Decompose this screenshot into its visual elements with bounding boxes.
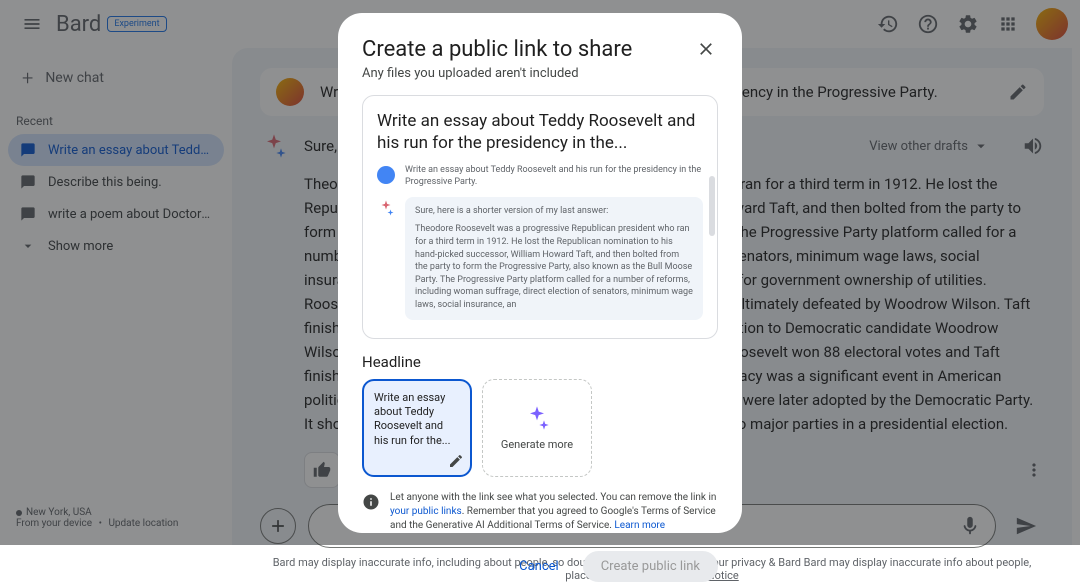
info-text: Let anyone with the link see what you se…: [390, 491, 718, 533]
preview-user-avatar: [377, 166, 395, 184]
info-icon: [362, 493, 380, 511]
cancel-button[interactable]: Cancel: [505, 551, 573, 582]
preview-scrollbar[interactable]: [709, 176, 715, 236]
preview-bard-icon: [377, 199, 395, 217]
close-modal-button[interactable]: [694, 37, 718, 61]
close-icon: [696, 39, 716, 59]
modal-subtitle: Any files you uploaded aren't included: [362, 66, 718, 81]
edit-headline-button[interactable]: [448, 453, 464, 469]
share-modal: Create a public link to share Any files …: [338, 13, 742, 533]
preview-user-text: Write an essay about Teddy Roosevelt and…: [405, 164, 703, 189]
preview-bard-body: Theodore Roosevelt was a progressive Rep…: [415, 223, 693, 311]
your-public-links-link[interactable]: your public links: [390, 506, 462, 517]
generate-more-button[interactable]: Generate more: [482, 379, 592, 477]
share-preview: Write an essay about Teddy Roosevelt and…: [362, 95, 718, 339]
preview-bard-intro: Sure, here is a shorter version of my la…: [415, 205, 693, 218]
headline-label: Headline: [362, 353, 718, 371]
modal-overlay[interactable]: Create a public link to share Any files …: [0, 0, 1080, 545]
preview-title: Write an essay about Teddy Roosevelt and…: [377, 110, 703, 154]
headline-card-text: Write an essay about Teddy Roosevelt and…: [374, 391, 460, 448]
learn-more-link[interactable]: Learn more: [614, 520, 665, 531]
sparkle-icon: [523, 404, 551, 432]
create-public-link-button[interactable]: Create public link: [583, 551, 718, 582]
headline-option-selected[interactable]: Write an essay about Teddy Roosevelt and…: [362, 379, 472, 477]
modal-title: Create a public link to share: [362, 37, 632, 62]
generate-more-label: Generate more: [501, 438, 573, 451]
